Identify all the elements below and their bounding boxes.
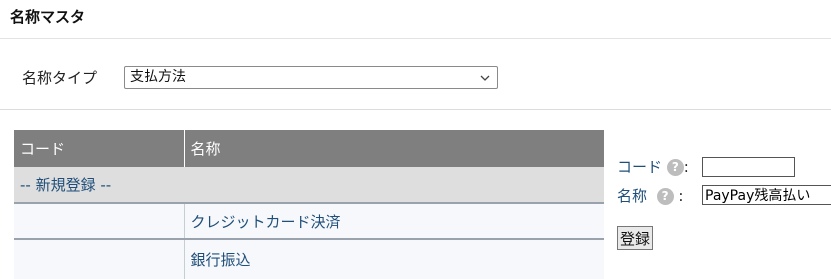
- name-input[interactable]: [702, 185, 831, 205]
- type-filter-row: 名称タイプ 支払方法: [0, 40, 831, 110]
- type-select-label: 名称タイプ: [22, 69, 98, 87]
- new-entry-row[interactable]: -- 新規登録 --: [14, 167, 604, 204]
- table-cell-code: [14, 239, 185, 279]
- name-colon: :: [678, 187, 684, 205]
- page-title: 名称マスタ: [10, 8, 86, 26]
- code-label: コード: [617, 158, 663, 176]
- column-header-code: コード: [14, 130, 185, 167]
- column-header-name: 名称: [184, 130, 604, 167]
- code-input[interactable]: [702, 157, 795, 177]
- name-label: 名称: [617, 187, 648, 205]
- name-field-row: 名称 ? :: [617, 185, 683, 206]
- code-colon: :: [683, 158, 689, 176]
- register-button[interactable]: 登録: [617, 226, 654, 250]
- type-select-value: 支払方法: [130, 69, 186, 85]
- chevron-down-icon: [480, 75, 490, 81]
- help-icon[interactable]: ?: [666, 159, 684, 176]
- name-table: コード 名称 -- 新規登録 -- クレジットカード決済 銀行振込: [14, 130, 604, 279]
- table-header-row: コード 名称: [14, 130, 604, 167]
- new-entry-link[interactable]: -- 新規登録 --: [14, 167, 604, 204]
- help-icon[interactable]: ?: [656, 188, 674, 205]
- table-row[interactable]: 銀行振込: [14, 239, 604, 279]
- code-field-row: コード ?:: [617, 156, 689, 177]
- table-cell-name-link[interactable]: クレジットカード決済: [184, 203, 604, 240]
- type-select[interactable]: 支払方法: [124, 66, 498, 89]
- table-cell-code: [14, 203, 185, 240]
- table-row[interactable]: クレジットカード決済: [14, 203, 604, 240]
- table-cell-name-link[interactable]: 銀行振込: [184, 239, 604, 279]
- page-header: 名称マスタ: [0, 0, 831, 39]
